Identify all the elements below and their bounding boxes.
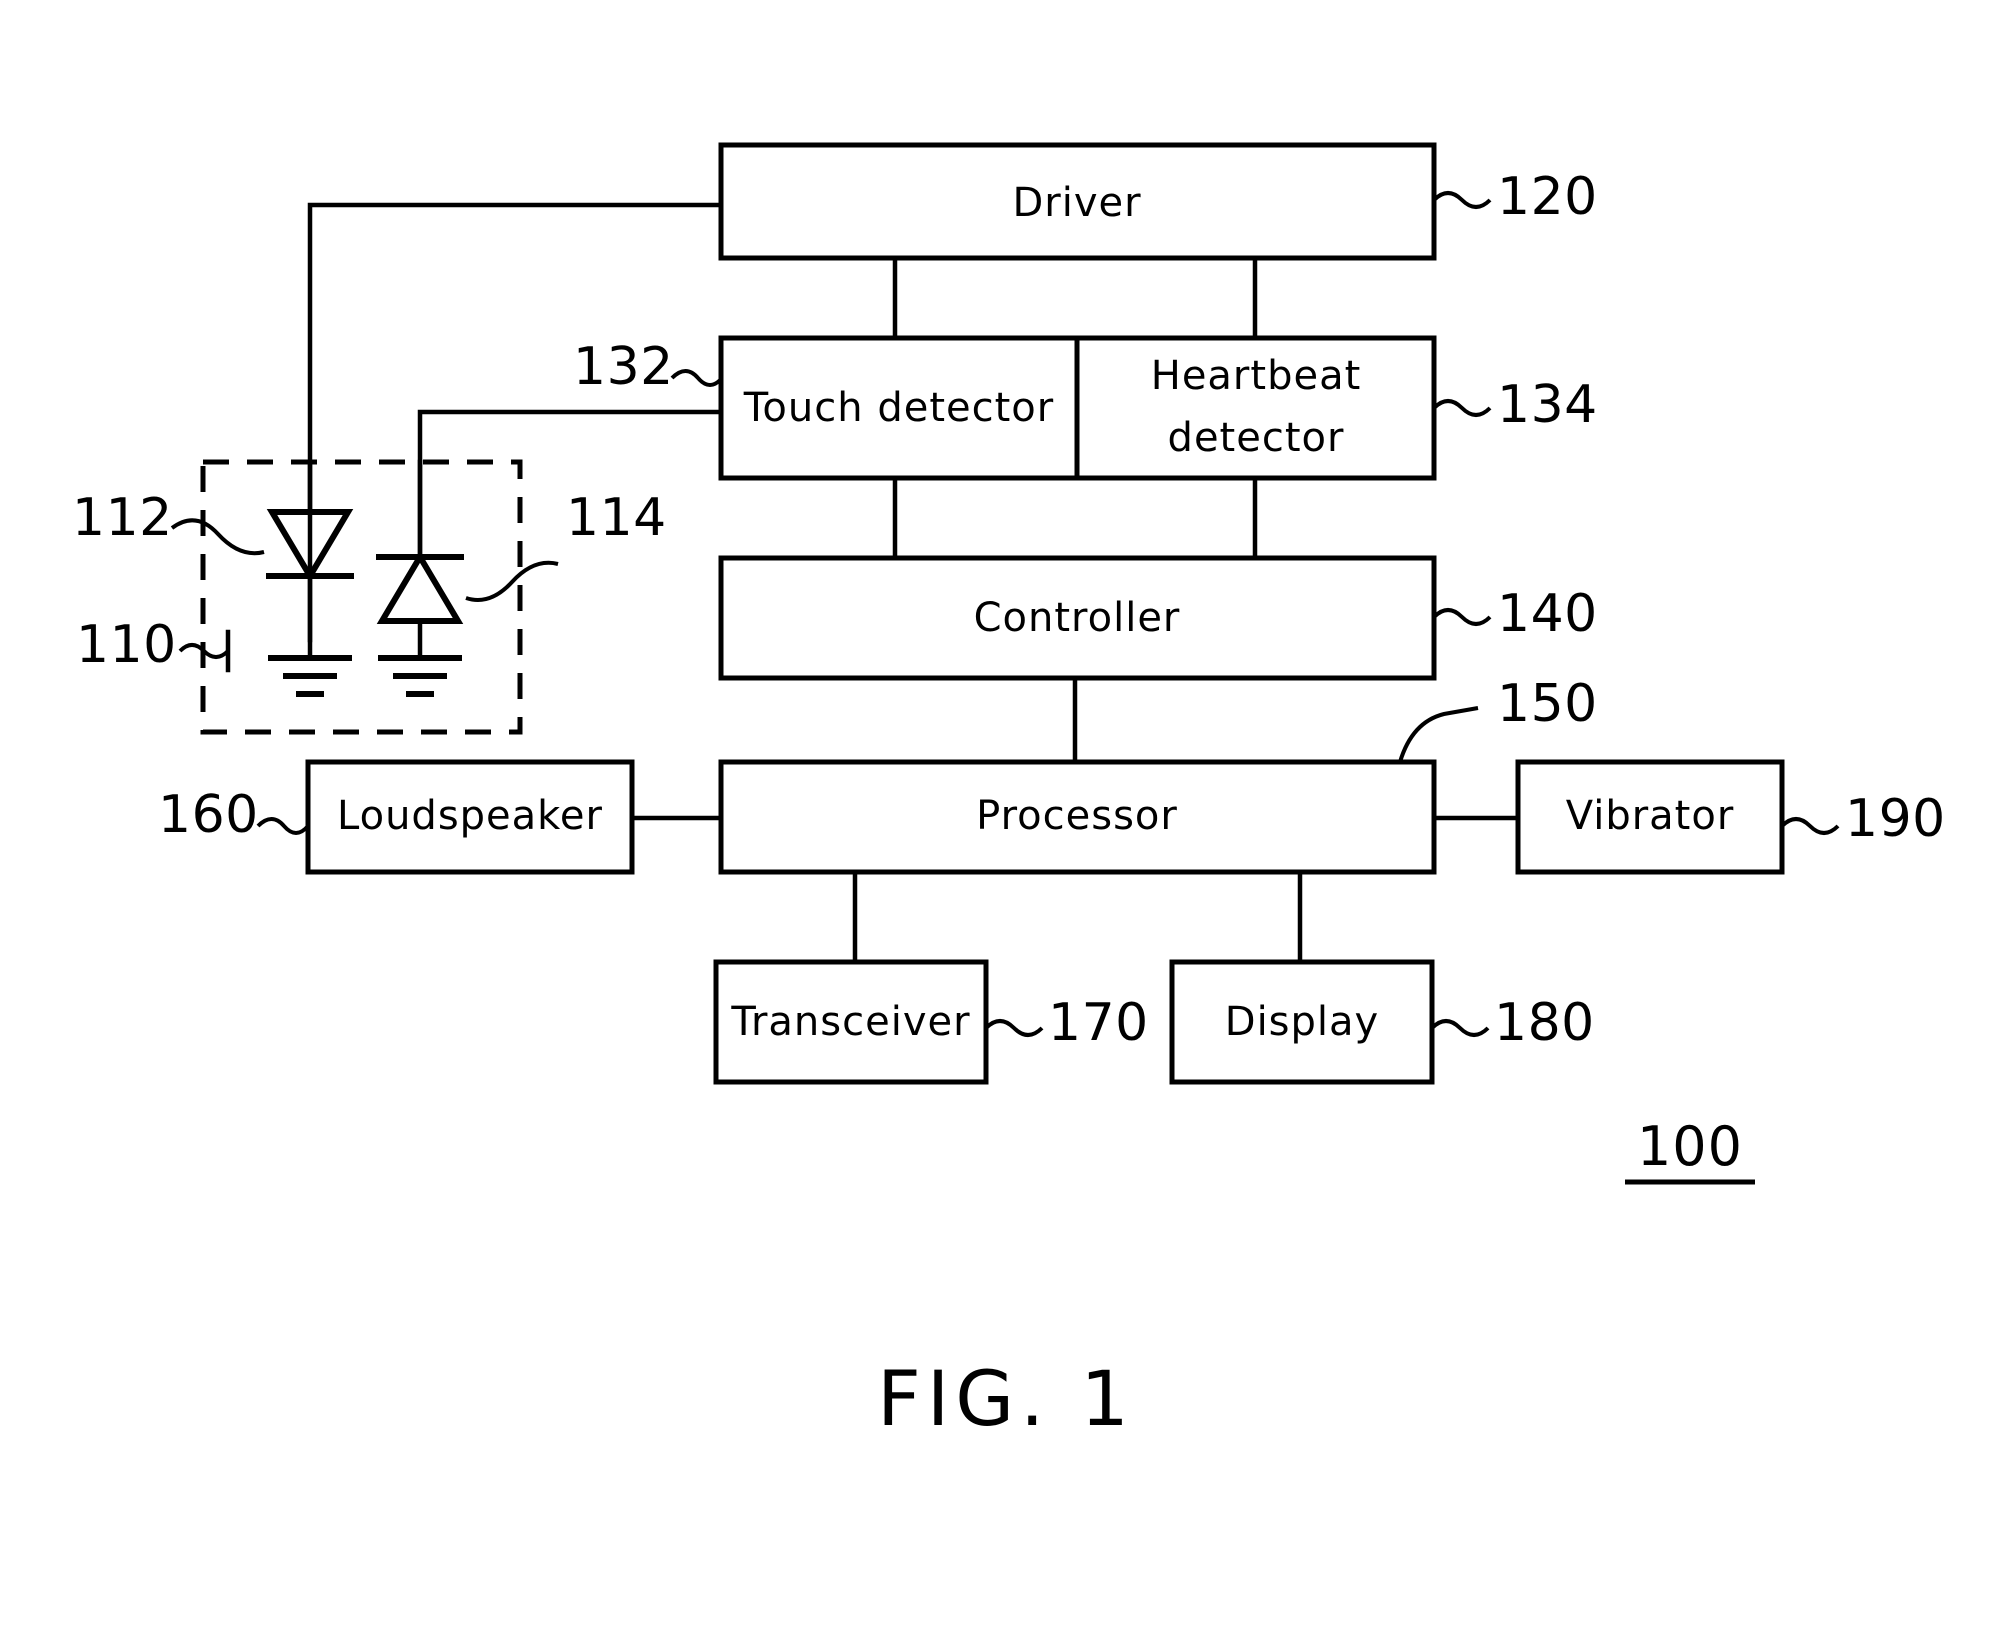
- ref-label-134: 134: [1497, 375, 1598, 435]
- block-display[interactable]: Display: [1169, 959, 1435, 1085]
- ref-callout-134: 134: [1432, 375, 1598, 435]
- block-vibrator[interactable]: Vibrator: [1515, 759, 1785, 875]
- block-vibrator-label: Vibrator: [1566, 793, 1735, 839]
- block-display-label: Display: [1225, 999, 1379, 1045]
- ref-callout-170: 170: [984, 993, 1149, 1053]
- block-processor-label: Processor: [976, 793, 1178, 839]
- block-driver-label: Driver: [1012, 180, 1141, 226]
- system-ref-100-label: 100: [1637, 1115, 1743, 1178]
- ref-callout-112: 112: [72, 488, 265, 556]
- ref-label-112: 112: [72, 488, 173, 548]
- photo-diode-114: [376, 459, 464, 697]
- block-transceiver[interactable]: Transceiver: [713, 959, 989, 1085]
- ref-callout-160: 160: [158, 785, 310, 845]
- ref-label-160: 160: [158, 785, 259, 845]
- block-processor[interactable]: Processor: [718, 759, 1437, 875]
- block-driver[interactable]: Driver: [718, 142, 1437, 261]
- system-ref-100: 100: [1625, 1115, 1755, 1185]
- block-loudspeaker-label: Loudspeaker: [337, 793, 603, 839]
- ref-callout-114: 114: [465, 488, 667, 602]
- block-controller-label: Controller: [974, 595, 1181, 641]
- wire-driver-to-led112: [307, 202, 724, 643]
- ref-label-114: 114: [566, 488, 667, 548]
- ref-callout-190: 190: [1780, 789, 1946, 849]
- ref-label-120: 120: [1497, 167, 1598, 227]
- block-controller[interactable]: Controller: [718, 555, 1437, 681]
- block-loudspeaker[interactable]: Loudspeaker: [305, 759, 635, 875]
- figure-canvas: Driver 120 Touch detector Heartbeat dete…: [0, 0, 2013, 1635]
- figure-caption: FIG. 1: [877, 1354, 1135, 1443]
- block-transceiver-label: Transceiver: [730, 999, 970, 1045]
- sensor-module-110: [200, 459, 523, 735]
- ref-label-170: 170: [1048, 993, 1149, 1053]
- ref-callout-140: 140: [1432, 584, 1598, 644]
- ref-callout-120: 120: [1432, 167, 1598, 227]
- ref-label-110: 110: [76, 615, 177, 675]
- ref-label-180: 180: [1494, 993, 1595, 1053]
- ref-label-190: 190: [1845, 789, 1946, 849]
- block-heartbeat-detector-label-line2: detector: [1168, 415, 1345, 461]
- led-emitter-112: [266, 459, 354, 697]
- block-diagram: Driver 120 Touch detector Heartbeat dete…: [72, 142, 1946, 1443]
- ref-callout-180: 180: [1430, 993, 1595, 1053]
- block-touch-detector-label: Touch detector: [743, 385, 1054, 431]
- ref-label-132: 132: [573, 337, 674, 397]
- ref-callout-150: 150: [1398, 674, 1598, 763]
- ref-label-140: 140: [1497, 584, 1598, 644]
- ref-callout-132: 132: [573, 337, 724, 397]
- block-heartbeat-detector-label-line1: Heartbeat: [1151, 353, 1362, 399]
- block-touch-detector[interactable]: Touch detector: [743, 385, 1054, 431]
- ref-label-150: 150: [1497, 674, 1598, 734]
